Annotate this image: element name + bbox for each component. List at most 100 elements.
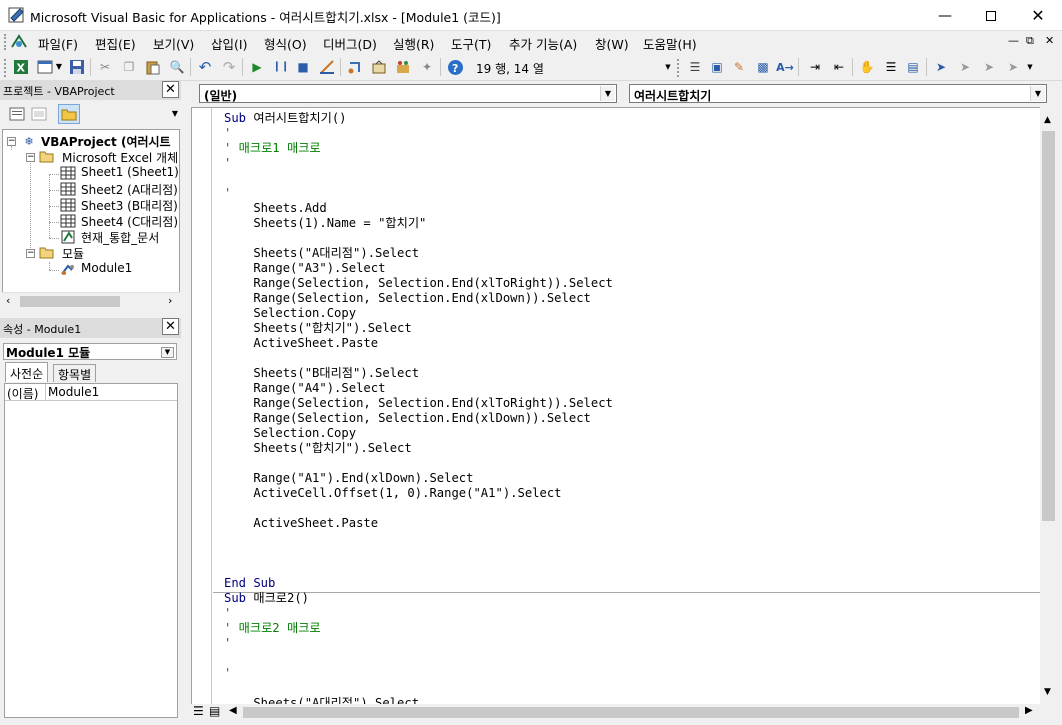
undo-icon[interactable]: ↶ — [196, 58, 214, 76]
tree-item-modules[interactable]: − 모듈 — [3, 245, 179, 261]
excel-view-icon[interactable] — [10, 33, 28, 51]
menubar-grip[interactable] — [4, 34, 7, 50]
menu-run[interactable]: 실행(R) — [393, 34, 434, 53]
project-toolbar-more-icon[interactable]: ▼ — [170, 105, 180, 123]
complete-word-icon[interactable]: A→ — [776, 58, 794, 76]
toolbox-icon[interactable]: ✦ — [418, 58, 436, 76]
code-line[interactable]: Sheets("B대리점").Select — [224, 366, 419, 381]
help-icon[interactable]: ? — [446, 58, 464, 76]
scroll-left-icon[interactable]: ‹ — [6, 294, 10, 307]
edit-toolbar-overflow-icon[interactable]: ▼ — [1026, 58, 1034, 76]
close-project-pane-button[interactable]: ✕ — [162, 81, 179, 98]
save-icon[interactable] — [68, 58, 86, 76]
toggle-bookmark-icon[interactable]: ➤ — [932, 58, 950, 76]
object-dropdown[interactable]: (일반) ▼ — [199, 84, 617, 103]
scroll-right-icon[interactable]: › — [168, 294, 172, 307]
code-line[interactable]: ActiveSheet.Paste — [224, 336, 378, 351]
edit-toolbar-grip[interactable] — [677, 59, 682, 77]
code-line[interactable]: Range("A1").End(xlDown).Select — [224, 471, 473, 486]
mdi-minimize-icon[interactable]: — — [1008, 34, 1019, 47]
code-line[interactable]: End Sub — [224, 576, 275, 591]
properties-window-icon[interactable] — [370, 58, 388, 76]
view-code-icon[interactable] — [8, 105, 26, 123]
tree-item-workbook[interactable]: 현재_통합_문서 — [3, 229, 179, 245]
design-mode-icon[interactable] — [318, 58, 336, 76]
code-line[interactable]: ActiveSheet.Paste — [224, 516, 378, 531]
break-icon[interactable]: ❙❙ — [272, 58, 290, 76]
mdi-restore-icon[interactable]: ⧉ — [1026, 34, 1034, 48]
next-bookmark-icon[interactable]: ➤ — [956, 58, 974, 76]
view-excel-icon[interactable]: X — [12, 58, 30, 76]
minimize-button[interactable]: — — [922, 0, 968, 31]
code-line[interactable]: Range(Selection, Selection.End(xlDown)).… — [224, 291, 591, 306]
toolbar-overflow-icon[interactable]: ▼ — [664, 58, 672, 76]
code-line[interactable]: Range(Selection, Selection.End(xlToRight… — [224, 396, 613, 411]
menu-window[interactable]: 창(W) — [595, 34, 629, 53]
code-line[interactable]: Selection.Copy — [224, 306, 356, 321]
menu-help[interactable]: 도움말(H) — [643, 34, 697, 53]
menu-view[interactable]: 보기(V) — [153, 34, 194, 53]
list-constants-icon[interactable]: ▣ — [708, 58, 726, 76]
close-button[interactable]: ✕ — [1015, 0, 1061, 31]
outdent-icon[interactable]: ⇤ — [830, 58, 848, 76]
close-properties-pane-button[interactable]: ✕ — [162, 318, 179, 335]
project-horizontal-scrollbar[interactable]: ‹ › — [2, 292, 180, 309]
code-editor[interactable]: Sub 여러시트합치기() ' ' 매크로1 매크로 ' ' Sheets.Add Sh… — [191, 107, 1040, 704]
chevron-down-icon[interactable]: ▼ — [600, 86, 615, 101]
code-line[interactable]: Sub 여러시트합치기() — [224, 111, 347, 126]
code-line[interactable]: ' — [224, 666, 231, 681]
code-vertical-scrollbar[interactable]: ▲ ▼ — [1040, 113, 1057, 704]
code-line[interactable]: Sheets("A대리점").Select — [224, 246, 419, 261]
reset-icon[interactable]: ■ — [294, 58, 312, 76]
toolbar-grip[interactable] — [4, 59, 9, 77]
tree-item-module1[interactable]: Module1 — [3, 261, 179, 277]
code-line[interactable]: ' — [224, 156, 231, 171]
menu-addins[interactable]: 추가 기능(A) — [509, 34, 577, 53]
collapse-icon[interactable]: − — [7, 137, 16, 146]
menu-edit[interactable]: 편집(E) — [95, 34, 136, 53]
collapse-icon[interactable]: − — [26, 153, 35, 162]
scroll-up-icon[interactable]: ▲ — [1044, 115, 1051, 125]
uncomment-block-icon[interactable]: ▤ — [904, 58, 922, 76]
redo-icon[interactable]: ↷ — [220, 58, 238, 76]
clear-bookmarks-icon[interactable]: ➤ — [1004, 58, 1022, 76]
scroll-left-icon[interactable]: ◀ — [229, 705, 237, 716]
run-icon[interactable]: ▶ — [248, 58, 266, 76]
code-line[interactable]: Sheets.Add — [224, 201, 326, 216]
view-object-icon[interactable] — [30, 105, 48, 123]
mdi-close-icon[interactable]: ✕ — [1045, 34, 1054, 47]
code-line[interactable]: Selection.Copy — [224, 426, 356, 441]
property-value[interactable]: Module1 — [48, 385, 99, 399]
code-line[interactable]: ' — [224, 606, 231, 621]
code-line[interactable]: Sheets(1).Name = "합치기" — [224, 216, 426, 231]
find-icon[interactable]: 🔍 — [168, 58, 186, 76]
insert-userform-icon[interactable] — [36, 58, 54, 76]
code-line[interactable]: ' 매크로1 매크로 — [224, 141, 321, 156]
tab-categorized[interactable]: 항목별 — [53, 364, 97, 382]
code-line[interactable]: ' — [224, 126, 231, 141]
quick-info-icon[interactable]: ✎ — [730, 58, 748, 76]
object-combo[interactable]: Module1 모듈 ▼ — [3, 343, 177, 360]
tree-item-excel-objects[interactable]: − Microsoft Excel 개체 — [3, 149, 179, 165]
menu-tools[interactable]: 도구(T) — [451, 34, 491, 53]
tree-item-sheet2[interactable]: Sheet2 (A대리점) — [3, 181, 179, 197]
code-line[interactable]: Range("A4").Select — [224, 381, 385, 396]
chevron-down-icon[interactable]: ▼ — [161, 347, 174, 358]
procedure-view-icon[interactable]: ☰ — [193, 704, 204, 718]
tree-item-sheet3[interactable]: Sheet3 (B대리점) — [3, 197, 179, 213]
code-line[interactable]: ActiveCell.Offset(1, 0).Range("A1").Sele… — [224, 486, 561, 501]
project-explorer-icon[interactable] — [346, 58, 364, 76]
code-line[interactable]: Range(Selection, Selection.End(xlDown)).… — [224, 411, 591, 426]
menu-debug[interactable]: 디버그(D) — [323, 34, 377, 53]
toggle-folders-icon[interactable] — [58, 104, 80, 124]
previous-bookmark-icon[interactable]: ➤ — [980, 58, 998, 76]
tree-item-sheet1[interactable]: Sheet1 (Sheet1) — [3, 165, 179, 181]
object-browser-icon[interactable] — [394, 58, 412, 76]
scroll-right-icon[interactable]: ▶ — [1025, 705, 1033, 716]
parameter-info-icon[interactable]: ▩ — [754, 58, 772, 76]
tree-item-sheet4[interactable]: Sheet4 (C대리점) — [3, 213, 179, 229]
scroll-down-icon[interactable]: ▼ — [1044, 687, 1051, 697]
tree-item-vbaproject[interactable]: − ❄ VBAProject (여러시트 — [3, 133, 179, 149]
cut-icon[interactable]: ✂ — [96, 58, 114, 76]
breakpoint-margin[interactable] — [192, 108, 212, 704]
